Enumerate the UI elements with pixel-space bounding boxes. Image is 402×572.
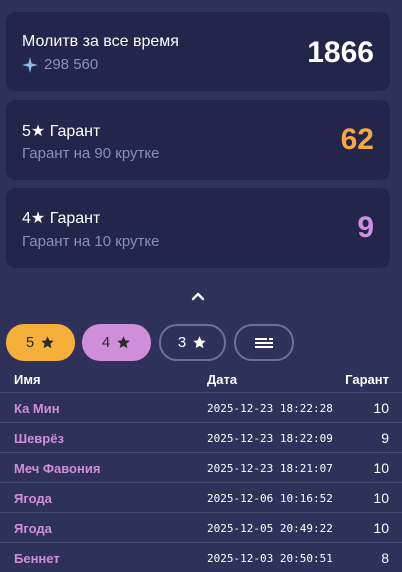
list-icon <box>255 337 273 348</box>
filter-4-star-label: 4 <box>101 334 111 351</box>
row-date: 2025-12-06 10:16:52 <box>207 492 333 505</box>
filter-4-star-button[interactable]: 4 <box>82 324 151 361</box>
row-pity: 10 <box>373 490 389 506</box>
filter-all-button[interactable] <box>234 324 294 361</box>
row-pity: 9 <box>381 430 389 446</box>
table-row[interactable]: Шеврёз 2025-12-23 18:22:09 9 <box>0 422 402 452</box>
row-pity: 10 <box>373 520 389 536</box>
four-star-pity-subtitle: Гарант на 10 крутке <box>22 233 160 250</box>
row-name: Ка Мин <box>14 401 60 416</box>
five-star-pity-title: 5★ Гарант <box>22 123 101 140</box>
total-primogems: 298 560 <box>22 56 98 73</box>
row-date: 2025-12-23 18:22:28 <box>207 402 333 415</box>
row-date: 2025-12-23 18:21:07 <box>207 462 333 475</box>
filter-3-star-button[interactable]: 3 <box>159 324 226 361</box>
filter-3-star-label: 3 <box>177 334 187 351</box>
star-icon <box>117 336 130 349</box>
five-star-pity-value: 62 <box>340 123 374 156</box>
row-date: 2025-12-05 20:49:22 <box>207 522 333 535</box>
row-name: Шеврёз <box>14 431 64 446</box>
column-name-header: Имя <box>14 372 41 387</box>
five-star-pity-subtitle: Гарант на 90 крутке <box>22 145 160 162</box>
row-name: Ягода <box>14 521 52 536</box>
row-pity: 10 <box>373 400 389 416</box>
total-wishes-value: 1866 <box>307 36 374 69</box>
chevron-up-icon <box>191 292 205 301</box>
row-date: 2025-12-03 20:50:51 <box>207 552 333 565</box>
total-wishes-card: Молитв за все время 298 560 1866 <box>6 12 390 91</box>
table-header: Имя Дата Гарант <box>0 372 402 392</box>
table-row[interactable]: Ягода 2025-12-05 20:49:22 10 <box>0 512 402 542</box>
table-row[interactable]: Беннет 2025-12-03 20:50:51 8 <box>0 542 402 572</box>
table-row[interactable]: Ка Мин 2025-12-23 18:22:28 10 <box>0 392 402 422</box>
column-date-header: Дата <box>207 372 238 387</box>
row-pity: 8 <box>381 550 389 566</box>
four-star-pity-card: 4★ Гарант Гарант на 10 крутке 9 <box>6 188 390 268</box>
star-icon <box>193 336 206 349</box>
total-wishes-title: Молитв за все время <box>22 33 179 50</box>
filter-5-star-label: 5 <box>25 334 35 351</box>
total-primogems-value: 298 560 <box>44 56 99 73</box>
table-row[interactable]: Меч Фавония 2025-12-23 18:21:07 10 <box>0 452 402 482</box>
row-pity: 10 <box>373 460 389 476</box>
filter-5-star-button[interactable]: 5 <box>6 324 75 361</box>
table-row[interactable]: Ягода 2025-12-06 10:16:52 10 <box>0 482 402 512</box>
sparkle-icon <box>22 56 38 73</box>
collapse-button[interactable] <box>186 286 210 306</box>
row-date: 2025-12-23 18:22:09 <box>207 432 333 445</box>
four-star-pity-title: 4★ Гарант <box>22 210 101 227</box>
four-star-pity-value: 9 <box>357 211 374 244</box>
row-name: Беннет <box>14 551 60 566</box>
column-pity-header: Гарант <box>345 372 389 387</box>
row-name: Меч Фавония <box>14 461 101 476</box>
row-name: Ягода <box>14 491 52 506</box>
star-icon <box>41 336 54 349</box>
five-star-pity-card: 5★ Гарант Гарант на 90 крутке 62 <box>6 100 390 180</box>
